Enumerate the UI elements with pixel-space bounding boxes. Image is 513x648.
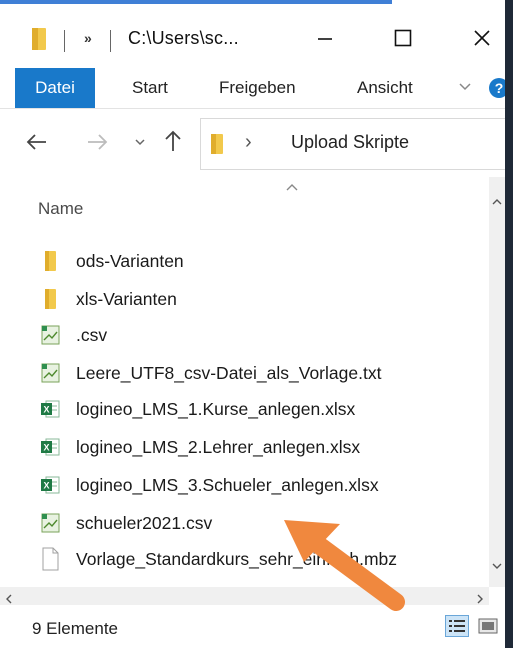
file-name: logineo_LMS_2.Lehrer_anlegen.xlsx xyxy=(76,436,361,457)
explorer-window: » C:\Users\sc... Datei Start Freigeben A… xyxy=(0,0,505,648)
file-name: logineo_LMS_3.Schueler_anlegen.xlsx xyxy=(76,474,379,495)
large-icons-view-icon[interactable] xyxy=(478,617,498,640)
svg-text:X: X xyxy=(43,443,49,453)
address-bar[interactable]: › Upload Skripte xyxy=(200,118,505,170)
folder-icon xyxy=(38,287,62,311)
forward-arrow-icon[interactable] xyxy=(86,133,108,151)
scroll-down-icon[interactable] xyxy=(492,557,502,575)
close-button[interactable] xyxy=(459,16,505,60)
annotation-arrow-icon xyxy=(284,520,405,611)
folder-icon xyxy=(30,26,48,57)
title-separator xyxy=(64,30,65,52)
list-item[interactable]: X logineo_LMS_3.Schueler_anlegen.xlsx xyxy=(38,469,379,501)
column-header-name[interactable]: Name xyxy=(38,199,83,219)
svg-text:?: ? xyxy=(495,80,504,96)
list-item[interactable]: X logineo_LMS_1.Kurse_anlegen.xlsx xyxy=(38,393,355,425)
details-view-icon[interactable] xyxy=(445,615,469,642)
list-item[interactable]: .csv xyxy=(38,319,107,351)
file-name: schueler2021.csv xyxy=(76,512,213,533)
recent-locations-chevron-icon[interactable] xyxy=(134,137,146,147)
folder-icon xyxy=(38,249,62,273)
tab-freigeben[interactable]: Freigeben xyxy=(205,68,310,108)
close-icon xyxy=(474,30,490,46)
file-name: logineo_LMS_1.Kurse_anlegen.xlsx xyxy=(76,398,356,419)
tab-start[interactable]: Start xyxy=(118,68,182,108)
minimize-button[interactable] xyxy=(302,16,348,60)
csv-file-icon xyxy=(38,323,62,347)
breadcrumb-separator-icon[interactable]: › xyxy=(245,131,252,154)
folder-icon xyxy=(209,132,225,161)
csv-file-icon xyxy=(38,511,62,535)
list-item[interactable]: ods-Varianten xyxy=(38,245,184,277)
up-arrow-icon[interactable] xyxy=(163,129,183,153)
minimize-icon xyxy=(318,38,332,40)
sort-ascending-icon xyxy=(285,179,299,197)
ribbon-tabs: Datei Start Freigeben Ansicht ? xyxy=(0,68,505,108)
back-arrow-icon[interactable] xyxy=(26,133,48,151)
tab-ansicht[interactable]: Ansicht xyxy=(343,68,427,108)
maximize-button[interactable] xyxy=(380,16,426,60)
tab-datei[interactable]: Datei xyxy=(15,68,95,108)
breadcrumb-current-folder[interactable]: Upload Skripte xyxy=(291,132,409,153)
qat-overflow-button[interactable]: » xyxy=(84,30,92,46)
status-bar: 9 Elemente xyxy=(0,605,505,648)
file-name: ods-Varianten xyxy=(76,250,184,271)
file-list: Name ods-Varianten xls-Varianten .csv Le… xyxy=(0,177,505,587)
scroll-up-icon[interactable] xyxy=(492,193,502,211)
window-top-edge xyxy=(0,0,505,8)
ribbon-expand-chevron-icon[interactable] xyxy=(458,80,472,99)
list-item[interactable]: Leere_UTF8_csv-Datei_als_Vorlage.txt xyxy=(38,357,381,389)
list-item[interactable]: schueler2021.csv xyxy=(38,507,212,539)
file-name: .csv xyxy=(76,324,108,345)
maximize-icon xyxy=(394,29,412,47)
horizontal-scrollbar[interactable] xyxy=(0,587,489,605)
excel-file-icon: X xyxy=(38,435,62,459)
csv-file-icon xyxy=(38,361,62,385)
list-item[interactable]: X logineo_LMS_2.Lehrer_anlegen.xlsx xyxy=(38,431,360,463)
excel-file-icon: X xyxy=(38,397,62,421)
vertical-scrollbar[interactable] xyxy=(489,177,505,587)
title-separator xyxy=(110,30,111,52)
item-count: 9 Elemente xyxy=(32,619,118,638)
list-item[interactable]: xls-Varianten xyxy=(38,283,177,315)
help-icon[interactable]: ? xyxy=(488,77,505,104)
blank-file-icon xyxy=(38,547,62,571)
title-bar: » C:\Users\sc... xyxy=(0,8,505,68)
window-title: C:\Users\sc... xyxy=(128,28,239,48)
file-name: Leere_UTF8_csv-Datei_als_Vorlage.txt xyxy=(76,362,382,383)
excel-file-icon: X xyxy=(38,473,62,497)
svg-text:X: X xyxy=(43,481,49,491)
file-name: xls-Varianten xyxy=(76,288,177,309)
svg-text:X: X xyxy=(43,405,49,415)
